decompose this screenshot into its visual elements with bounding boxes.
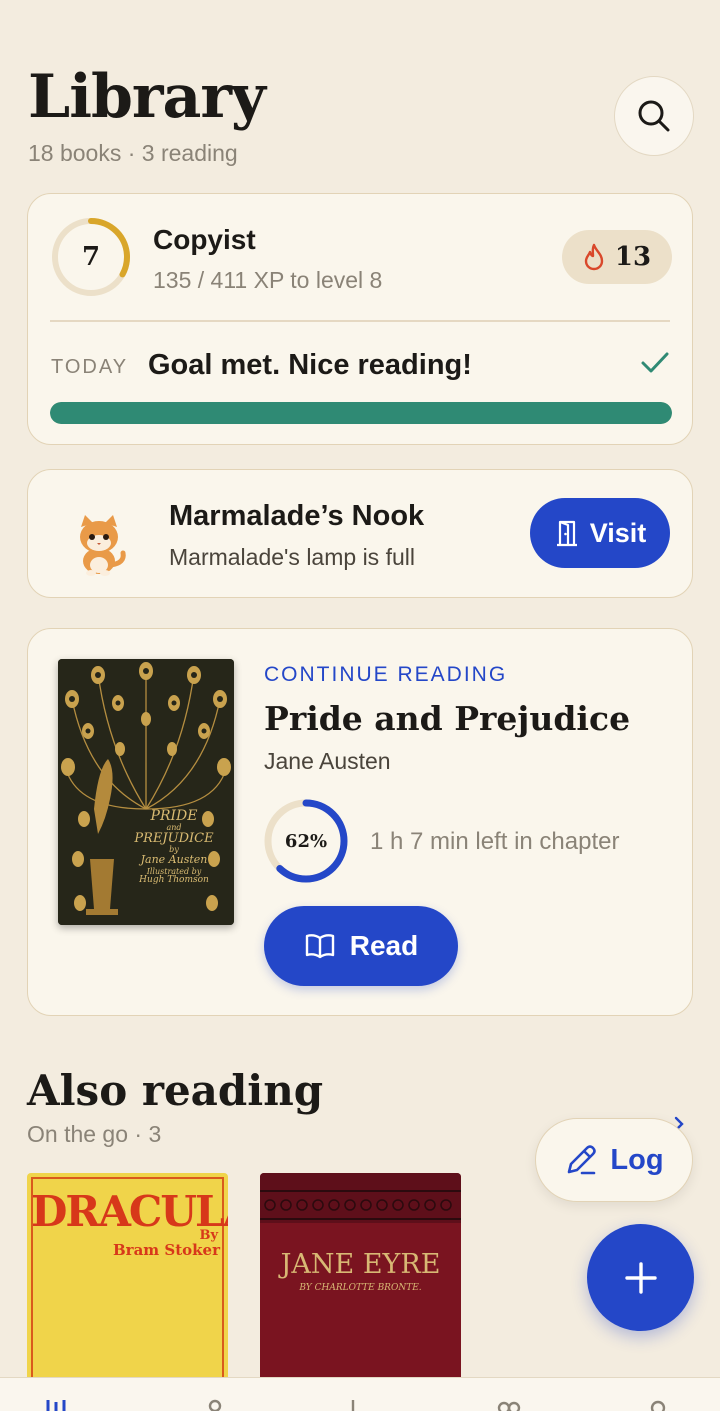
plus-icon bbox=[624, 1261, 657, 1294]
visit-button[interactable]: Visit bbox=[530, 498, 670, 568]
cat-mascot-icon bbox=[80, 515, 126, 576]
cover-ornament bbox=[260, 1173, 461, 1223]
continue-reading-card[interactable]: PRIDE and PREJUDICE by Jane Austen Illus… bbox=[27, 628, 693, 1016]
bottom-tab-bar bbox=[0, 1377, 720, 1411]
nook-card[interactable]: Marmalade’s Nook Marmalade's lamp is ful… bbox=[27, 469, 693, 598]
cover-title-line: PRIDE bbox=[150, 808, 198, 824]
log-button-label: Log bbox=[610, 1143, 664, 1176]
pencil-icon bbox=[568, 1145, 597, 1175]
today-label: TODAY bbox=[51, 356, 129, 378]
cover-author: Bram Stoker bbox=[113, 1241, 220, 1259]
section-title-also-reading: Also reading bbox=[27, 1066, 324, 1115]
page-title: Library bbox=[28, 62, 266, 132]
level-number: 7 bbox=[81, 242, 101, 272]
log-button[interactable]: Log bbox=[535, 1118, 693, 1202]
search-button[interactable] bbox=[614, 76, 694, 156]
tab-friends-icon[interactable] bbox=[200, 1396, 230, 1411]
door-icon bbox=[556, 520, 577, 547]
cover-author: Jane Austen bbox=[140, 853, 208, 867]
daily-goal-progress-bar bbox=[50, 402, 672, 424]
section-subtitle: On the go · 3 bbox=[27, 1121, 162, 1147]
time-left-text: 1 h 7 min left in chapter bbox=[370, 828, 620, 855]
add-book-button[interactable] bbox=[587, 1224, 694, 1331]
tab-library-icon[interactable] bbox=[44, 1396, 74, 1411]
continue-reading-label: CONTINUE READING bbox=[264, 663, 508, 686]
book-author: Jane Austen bbox=[264, 748, 391, 774]
progress-card[interactable]: 7 Copyist 135 / 411 XP to level 8 13 TOD… bbox=[27, 193, 693, 445]
read-button[interactable]: Read bbox=[264, 906, 458, 986]
xp-progress-text: 135 / 411 XP to level 8 bbox=[153, 267, 383, 293]
book-title: Pride and Prejudice bbox=[264, 699, 631, 738]
reading-progress-percent: 62% bbox=[284, 830, 328, 852]
visit-button-label: Visit bbox=[589, 517, 647, 548]
check-icon bbox=[641, 352, 669, 373]
daily-goal-progress-fill bbox=[50, 402, 672, 424]
cover-title-line: PREJUDICE bbox=[134, 831, 214, 847]
goal-status-message: Goal met. Nice reading! bbox=[148, 349, 472, 381]
open-book-icon bbox=[305, 934, 334, 959]
book-cover-dracula[interactable]: DRACULA By Bram Stoker bbox=[27, 1173, 228, 1393]
streak-count: 13 bbox=[614, 242, 652, 272]
cover-illustrator: Hugh Thomson bbox=[139, 875, 209, 886]
tab-profile-icon[interactable] bbox=[643, 1396, 673, 1411]
tab-community-icon[interactable] bbox=[494, 1396, 524, 1411]
divider bbox=[50, 320, 670, 322]
nook-subtitle: Marmalade's lamp is full bbox=[169, 544, 415, 570]
cover-title: JANE EYRE bbox=[280, 1249, 441, 1280]
page-subtitle: 18 books · 3 reading bbox=[28, 140, 238, 166]
tab-stats-icon[interactable] bbox=[338, 1396, 368, 1411]
rank-title: Copyist bbox=[153, 224, 256, 255]
nook-title: Marmalade’s Nook bbox=[169, 500, 425, 532]
flame-icon bbox=[584, 243, 604, 271]
search-icon bbox=[638, 100, 670, 132]
cover-author: BY CHARLOTTE BRONTE. bbox=[299, 1283, 422, 1293]
streak-badge[interactable]: 13 bbox=[562, 230, 672, 284]
book-cover-jane-eyre[interactable]: JANE EYRE BY CHARLOTTE BRONTE. bbox=[260, 1173, 461, 1393]
book-cover-pride-and-prejudice[interactable]: PRIDE and PREJUDICE by Jane Austen Illus… bbox=[58, 659, 234, 925]
cover-title: DRACULA bbox=[31, 1187, 228, 1236]
read-button-label: Read bbox=[349, 930, 419, 961]
